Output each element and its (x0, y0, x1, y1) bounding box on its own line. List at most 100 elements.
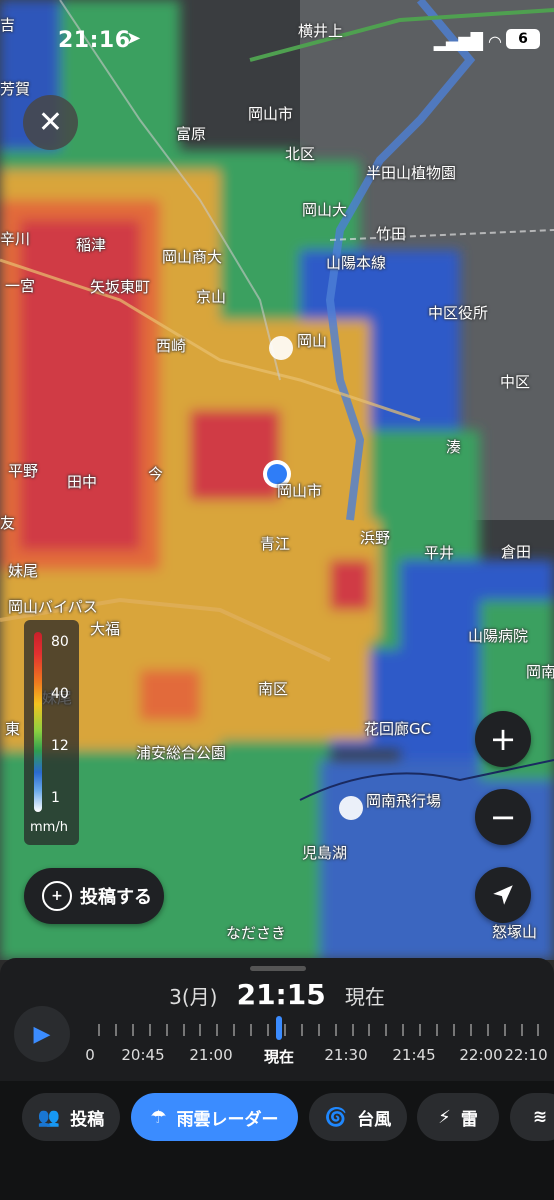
timeline-label: 21:45 (392, 1046, 436, 1064)
map-place-label: 田中 (67, 473, 98, 491)
legend-tick: 12 (51, 738, 69, 754)
map-place-label: 妹尾 (8, 562, 39, 580)
tab-label: 投稿 (70, 1109, 105, 1130)
map-place-label: 岡山大 (302, 201, 348, 219)
date-label: 3(月) (169, 985, 218, 1009)
map-place-label: 岡南 (526, 663, 554, 681)
play-icon: ▶ (33, 1021, 51, 1047)
timeline-tick (165, 1024, 168, 1036)
timeline-tick (537, 1024, 540, 1036)
map-place-label: 岡山バイパス (8, 598, 98, 616)
typhoon-icon: 🌀 (324, 1106, 348, 1128)
tab-posts[interactable]: 👥 投稿 (22, 1093, 120, 1141)
timeline-tick (351, 1024, 354, 1036)
lightning-icon: ⚡ (438, 1106, 451, 1128)
timeline-label: 22:10 (504, 1046, 548, 1064)
timeline-tick (233, 1024, 236, 1036)
post-button[interactable]: + 投稿する (24, 868, 164, 924)
map-place-label: 岡山市 (248, 105, 294, 123)
tab-wind[interactable]: ≋ (510, 1093, 554, 1141)
timeline-tick (486, 1024, 489, 1036)
timeline-tick (131, 1024, 134, 1036)
timeline-tick (148, 1024, 151, 1036)
map-place-label: 西崎 (156, 337, 187, 355)
timeline-tick (452, 1024, 455, 1036)
map-place-label: 怒塚山 (492, 923, 538, 941)
map-place-label: 中区役所 (428, 304, 489, 322)
map-place-label: 今 (148, 465, 164, 483)
map-place-label: 矢坂東町 (90, 278, 151, 296)
timeline-tick (419, 1024, 422, 1036)
timeline-label: 20:45 (121, 1046, 165, 1064)
map-place-label: 岡山商大 (162, 248, 223, 266)
tab-label: 台風 (357, 1109, 392, 1130)
tab-typhoon[interactable]: 🌀 台風 (309, 1093, 407, 1141)
precipitation-legend: 80 40 12 1 mm/h (24, 620, 79, 845)
timeline-cursor[interactable] (276, 1016, 282, 1040)
timeline-tick (283, 1024, 286, 1036)
map-place-label: 山陽病院 (468, 627, 529, 645)
timeline-tick (503, 1024, 506, 1036)
timeline-tick (114, 1024, 117, 1036)
map-place-label: 友 (0, 514, 16, 532)
mode-tabs: 👥 投稿 ☂ 雨雲レーダー 🌀 台風 ⚡ 雷 ≋ (0, 1081, 554, 1200)
zoom-in-button[interactable]: + (475, 711, 531, 767)
rain-cloud-icon: ☂ (150, 1106, 167, 1128)
map-place-label: 富原 (176, 125, 207, 143)
map-place-label: 山陽本線 (326, 254, 387, 272)
now-label: 現在 (344, 985, 385, 1009)
map-place-label: 浦安総合公園 (136, 744, 227, 762)
legend-tick: 80 (51, 634, 69, 650)
timeline-tick (385, 1024, 388, 1036)
time-label: 21:15 (236, 978, 326, 1011)
map-place-label: 半田山植物園 (366, 164, 457, 182)
map-place-label: 東 (5, 720, 21, 738)
drag-handle[interactable] (250, 966, 306, 971)
tab-rain-radar[interactable]: ☂ 雨雲レーダー (131, 1093, 298, 1141)
map-place-label: 湊 (446, 438, 462, 456)
tab-lightning[interactable]: ⚡ 雷 (417, 1093, 499, 1141)
map-place-label: 青江 (260, 535, 291, 553)
map-place-label: なださき (226, 924, 287, 942)
map-place-label: 平野 (8, 462, 39, 480)
map-place-label: 一宮 (5, 277, 36, 295)
timeline-tick (267, 1024, 269, 1036)
timeline-tick (368, 1024, 371, 1036)
close-button[interactable]: ✕ (23, 95, 78, 150)
map-place-label: 岡山 (297, 332, 328, 350)
map-place-label: 岡山市 (277, 482, 323, 500)
battery-indicator: 6 (506, 29, 540, 49)
legend-tick: 1 (51, 790, 60, 806)
play-button[interactable]: ▶ (14, 1006, 70, 1062)
legend-tick: 40 (51, 686, 69, 702)
close-icon: ✕ (37, 105, 64, 140)
map-place-label: 中区 (500, 373, 531, 391)
timeline-tick (300, 1024, 303, 1036)
minus-icon: − (489, 798, 517, 836)
timeline-tick (520, 1024, 523, 1036)
map-place-label: 京山 (196, 288, 227, 306)
plus-icon: + (489, 720, 517, 758)
timeline-tick (250, 1024, 253, 1036)
map-place-label: 浜野 (360, 529, 391, 547)
signal-wifi-icons: ▂▄▆█ ◠ (433, 32, 502, 51)
map-place-label: 児島湖 (302, 844, 348, 862)
timeline-panel: 3(月) 21:15 現在 ▶ 0 20:45 21:00 現在 21:30 21:45 2… (0, 958, 554, 1200)
timeline-tick (334, 1024, 337, 1036)
timeline-tick (402, 1024, 405, 1036)
timeline-label: 21:00 (189, 1046, 233, 1064)
map-place-label: 辛川 (0, 230, 31, 248)
timeline-tick (98, 1024, 100, 1036)
timeline-tick (436, 1024, 438, 1036)
timeline-label: 0 (85, 1046, 95, 1064)
timeline-tick (317, 1024, 320, 1036)
timeline-slider[interactable]: 0 20:45 21:00 現在 21:30 21:45 22:00 22:10 (80, 1016, 554, 1086)
status-bar: 21:16 ➤ ▂▄▆█ ◠ 6 (0, 0, 554, 70)
current-location-button[interactable] (475, 867, 531, 923)
zoom-out-button[interactable]: − (475, 789, 531, 845)
map-place-label: 南区 (258, 680, 289, 698)
timeline-tick (216, 1024, 219, 1036)
timeline-tick (182, 1024, 185, 1036)
timeline-tick (199, 1024, 202, 1036)
map-place-label: 稲津 (76, 236, 107, 254)
